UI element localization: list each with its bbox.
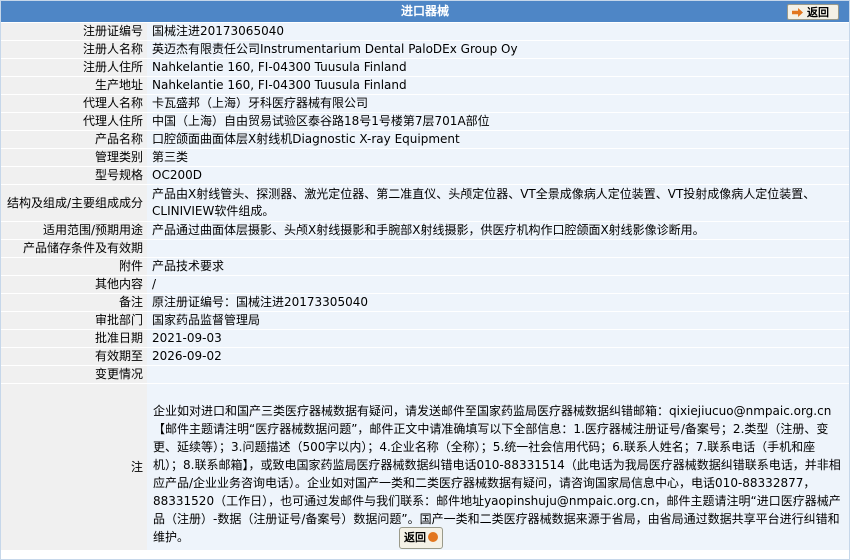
row-value: 中国（上海）自由贸易试验区泰谷路18号1号楼第7层701A部位	[147, 113, 849, 130]
row-value: 卡瓦盛邦（上海）牙科医疗器械有限公司	[147, 95, 849, 112]
table-row: 注册人住所 Nahkelantie 160, FI-04300 Tuusula F…	[1, 59, 849, 77]
row-label: 批准日期	[1, 330, 147, 347]
back-button-top[interactable]: 返回	[787, 4, 839, 20]
row-label: 注册人住所	[1, 59, 147, 76]
title-bar: 进口器械 返回	[1, 1, 849, 22]
row-value: 产品通过曲面体层摄影、头颅X射线摄影和手腕部X射线摄影，供医疗机构作口腔颌面X射…	[147, 222, 849, 239]
row-value: 口腔颌面曲面体层X射线机Diagnostic X-ray Equipment	[147, 131, 849, 148]
row-label: 其他内容	[1, 276, 147, 293]
table-row: 适用范围/预期用途 产品通过曲面体层摄影、头颅X射线摄影和手腕部X射线摄影，供医疗…	[1, 222, 849, 240]
table-row: 其他内容 /	[1, 276, 849, 294]
row-label: 附件	[1, 258, 147, 275]
table-row: 产品储存条件及有效期	[1, 240, 849, 258]
page-title: 进口器械	[400, 4, 449, 18]
table-row: 有效期至 2026-09-02	[1, 348, 849, 366]
row-label: 生产地址	[1, 77, 147, 94]
row-label: 产品名称	[1, 131, 147, 148]
row-value: 2021-09-03	[147, 330, 849, 347]
row-label: 注册证编号	[1, 23, 147, 40]
table-row: 结构及组成/主要组成成分 产品由X射线管头、探测器、激光定位器、第二准直仪、头颅定…	[1, 185, 849, 222]
note-row: 注企业如对进口和国产三类医疗器械数据有疑问，请发送邮件至国家药监局医疗器械数据纠…	[1, 384, 849, 551]
detail-table: 注册证编号 国械注进20173065040 注册人名称 英迈杰有限责任公司Instr…	[1, 23, 849, 551]
row-label: 变更情况	[1, 366, 147, 383]
row-value: 第三类	[147, 149, 849, 166]
circle-icon	[428, 532, 438, 542]
row-value: 英迈杰有限责任公司Instrumentarium Dental PaloDEx …	[147, 41, 849, 58]
row-label: 型号规格	[1, 167, 147, 184]
row-label: 产品储存条件及有效期	[1, 240, 147, 257]
back-button-bottom[interactable]: 返回	[399, 527, 443, 549]
table-row: 生产地址 Nahkelantie 160, FI-04300 Tuusula Fi…	[1, 77, 849, 95]
row-label: 结构及组成/主要组成成分	[1, 185, 147, 221]
table-row: 代理人名称 卡瓦盛邦（上海）牙科医疗器械有限公司	[1, 95, 849, 113]
row-value: 原注册证编号：国械注进20173305040	[147, 294, 849, 311]
row-value: Nahkelantie 160, FI-04300 Tuusula Finlan…	[147, 77, 849, 94]
row-value: Nahkelantie 160, FI-04300 Tuusula Finlan…	[147, 59, 849, 76]
table-row: 型号规格 OC200D	[1, 167, 849, 185]
table-row: 代理人住所 中国（上海）自由贸易试验区泰谷路18号1号楼第7层701A部位	[1, 113, 849, 131]
table-row: 附件 产品技术要求	[1, 258, 849, 276]
table-row: 管理类别 第三类	[1, 149, 849, 167]
arrow-right-icon	[792, 8, 803, 17]
note-label: 注	[1, 384, 147, 550]
row-label: 审批部门	[1, 312, 147, 329]
table-row: 注册证编号 国械注进20173065040	[1, 23, 849, 41]
row-value	[147, 366, 849, 383]
row-value: 产品由X射线管头、探测器、激光定位器、第二准直仪、头颅定位器、VT全景成像病人定…	[147, 185, 849, 221]
table-row: 产品名称 口腔颌面曲面体层X射线机Diagnostic X-ray Equipme…	[1, 131, 849, 149]
row-label: 备注	[1, 294, 147, 311]
row-value: 国家药品监督管理局	[147, 312, 849, 329]
row-value: OC200D	[147, 167, 849, 184]
row-label: 代理人住所	[1, 113, 147, 130]
row-value	[147, 240, 849, 257]
table-row: 审批部门 国家药品监督管理局	[1, 312, 849, 330]
row-label: 代理人名称	[1, 95, 147, 112]
table-row: 备注 原注册证编号：国械注进20173305040	[1, 294, 849, 312]
row-value: 2026-09-02	[147, 348, 849, 365]
note-text: 企业如对进口和国产三类医疗器械数据有疑问，请发送邮件至国家药监局医疗器械数据纠错…	[147, 384, 849, 550]
table-row: 变更情况	[1, 366, 849, 384]
table-row: 批准日期 2021-09-03	[1, 330, 849, 348]
row-label: 有效期至	[1, 348, 147, 365]
row-value: 产品技术要求	[147, 258, 849, 275]
row-value: 国械注进20173065040	[147, 23, 849, 40]
table-row: 注册人名称 英迈杰有限责任公司Instrumentarium Dental Pal…	[1, 41, 849, 59]
row-label: 适用范围/预期用途	[1, 222, 147, 239]
row-value: /	[147, 276, 849, 293]
row-label: 管理类别	[1, 149, 147, 166]
row-label: 注册人名称	[1, 41, 147, 58]
